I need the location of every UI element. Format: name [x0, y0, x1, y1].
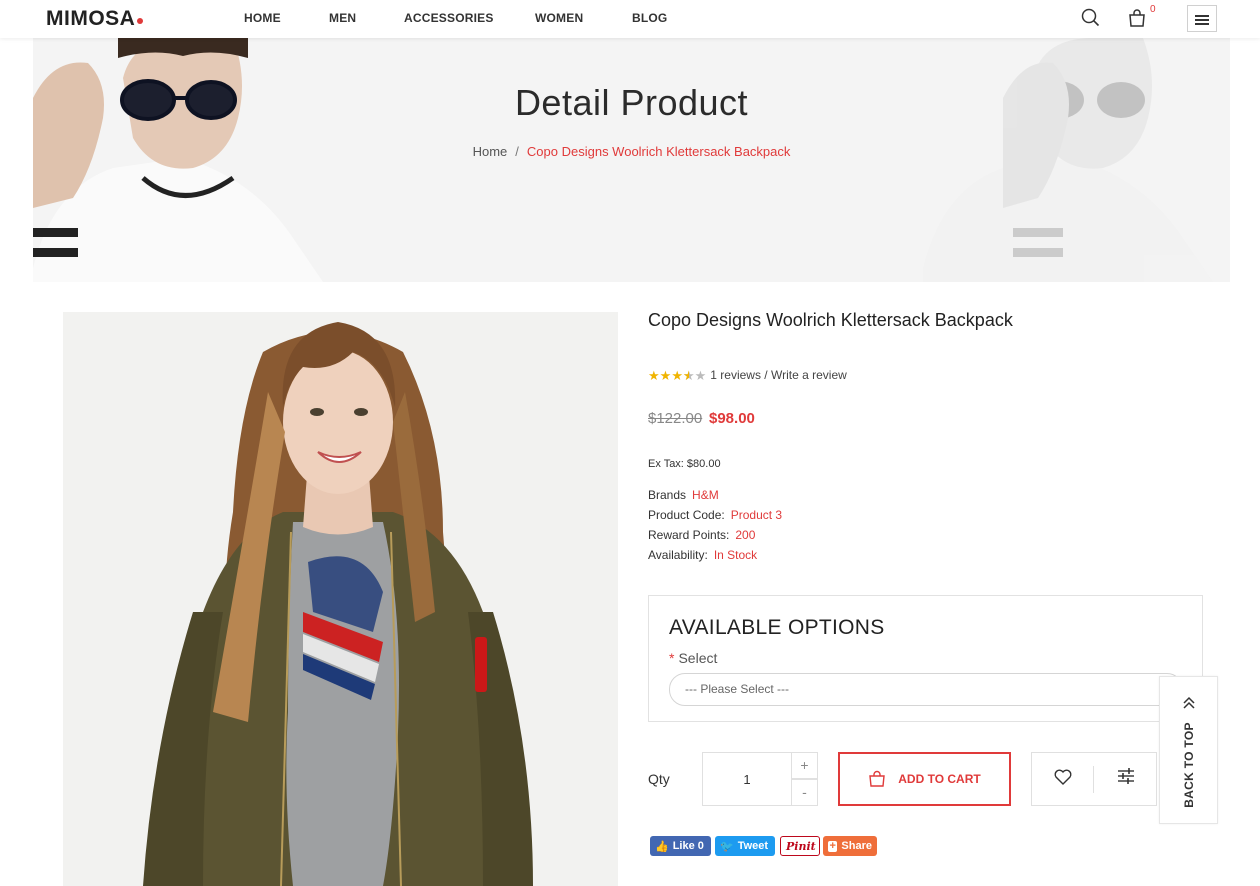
nav-men[interactable]: MEN [329, 11, 356, 25]
pinterest-button[interactable]: Pinit [780, 836, 820, 856]
menu-line [1195, 15, 1209, 17]
nav-accessories[interactable]: ACCESSORIES [404, 11, 494, 25]
wishlist-compare-group [1031, 752, 1157, 806]
product-photo [143, 322, 533, 886]
logo-text: MIMOSA [46, 7, 136, 30]
pinterest-label: Pinit [786, 839, 816, 853]
options-heading: AVAILABLE OPTIONS [669, 616, 885, 639]
twitter-bird-icon: 🐦 [720, 840, 734, 853]
product-title: Copo Designs Woolrich Klettersack Backpa… [648, 310, 1013, 330]
breadcrumb: Home / Copo Designs Woolrich Klettersack B… [33, 144, 1230, 159]
ex-tax-price: Ex Tax: $80.00 [648, 458, 721, 470]
meta-label: Reward Points: [648, 528, 730, 542]
logo[interactable]: MIMOSA [46, 7, 144, 31]
brand-link[interactable]: H&M [692, 488, 719, 502]
star-rating: ★ ★ ★ ★★ ★ [648, 369, 706, 382]
search-icon[interactable] [1080, 7, 1102, 29]
review-separator: / [760, 368, 771, 382]
heart-icon[interactable] [1053, 767, 1073, 791]
old-price: $122.00 [648, 410, 703, 427]
page-banner: Detail Product Home / Copo Designs Woolric… [33, 38, 1230, 282]
cart-icon[interactable] [1126, 7, 1148, 29]
qty-label: Qty [648, 771, 670, 787]
add-to-cart-button[interactable]: ADD TO CART [838, 752, 1011, 806]
shopping-bag-icon [868, 770, 886, 788]
site-header: MIMOSA HOME MEN ACCESSORIES WOMEN BLOG 0 [0, 0, 1260, 38]
meta-label: Product Code: [648, 508, 725, 522]
breadcrumb-home[interactable]: Home [473, 144, 508, 159]
product-image[interactable] [63, 312, 618, 886]
back-to-top-label: BACK TO TOP [1182, 722, 1196, 808]
nav-women[interactable]: WOMEN [535, 11, 583, 25]
breadcrumb-separator: / [515, 144, 519, 159]
meta-reward-points: Reward Points: 200 [648, 528, 755, 542]
qty-increase-button[interactable]: + [791, 752, 818, 779]
star-full-icon: ★ [671, 367, 683, 383]
rating-row: ★ ★ ★ ★★ ★ 1 reviews / Write a review [648, 368, 847, 382]
share-button[interactable]: + Share [823, 836, 877, 856]
plus-icon: + [828, 839, 838, 852]
meta-brands: Brands H&M [648, 488, 719, 502]
nav-home[interactable]: HOME [244, 11, 281, 25]
menu-button[interactable] [1187, 5, 1217, 32]
available-options-panel: AVAILABLE OPTIONS * Select --- Please Sel… [648, 595, 1203, 722]
back-to-top-button[interactable]: BACK TO TOP [1159, 676, 1218, 824]
meta-value: 200 [735, 528, 756, 542]
tweet-label: Tweet [737, 840, 769, 852]
meta-product-code: Product Code: Product 3 [648, 508, 782, 522]
banner-model-image [33, 38, 1213, 282]
add-to-cart-label: ADD TO CART [898, 772, 981, 786]
star-full-icon: ★ [648, 367, 660, 383]
page-title: Detail Product [514, 82, 749, 123]
meta-value: In Stock [713, 548, 758, 562]
facebook-like-label: Like 0 [672, 840, 704, 852]
logo-dot [137, 18, 144, 24]
meta-value: Product 3 [730, 508, 783, 522]
compare-icon[interactable] [1116, 766, 1136, 790]
thumbs-up-icon: 👍 [655, 840, 669, 853]
write-review-link[interactable]: Write a review [771, 368, 847, 382]
option-select[interactable]: --- Please Select --- [669, 673, 1183, 706]
qty-input[interactable]: 1 [702, 752, 792, 806]
meta-availability: Availability: In Stock [648, 548, 757, 562]
star-half-icon: ★★ [682, 367, 695, 383]
double-chevron-up-icon [1182, 695, 1196, 715]
menu-line [1195, 23, 1209, 25]
star-empty-icon: ★ [694, 367, 707, 383]
qty-decrease-button[interactable]: - [791, 779, 818, 806]
breadcrumb-current[interactable]: Copo Designs Woolrich Klettersack Backpa… [527, 144, 791, 159]
tweet-button[interactable]: 🐦 Tweet [715, 836, 775, 856]
menu-line [1195, 19, 1209, 21]
facebook-like-button[interactable]: 👍 Like 0 [650, 836, 711, 856]
divider [1093, 766, 1094, 793]
option-label-text: Select [678, 650, 718, 666]
reviews-link[interactable]: 1 reviews [710, 368, 761, 382]
current-price: $98.00 [709, 410, 755, 427]
required-mark: * [669, 650, 675, 666]
option-label: * Select [669, 650, 717, 666]
star-full-icon: ★ [659, 367, 672, 383]
meta-label: Availability: [648, 548, 708, 562]
nav-blog[interactable]: BLOG [632, 11, 667, 25]
share-label: Share [841, 840, 872, 852]
meta-label: Brands [648, 488, 687, 502]
cart-count-badge: 0 [1150, 4, 1156, 15]
